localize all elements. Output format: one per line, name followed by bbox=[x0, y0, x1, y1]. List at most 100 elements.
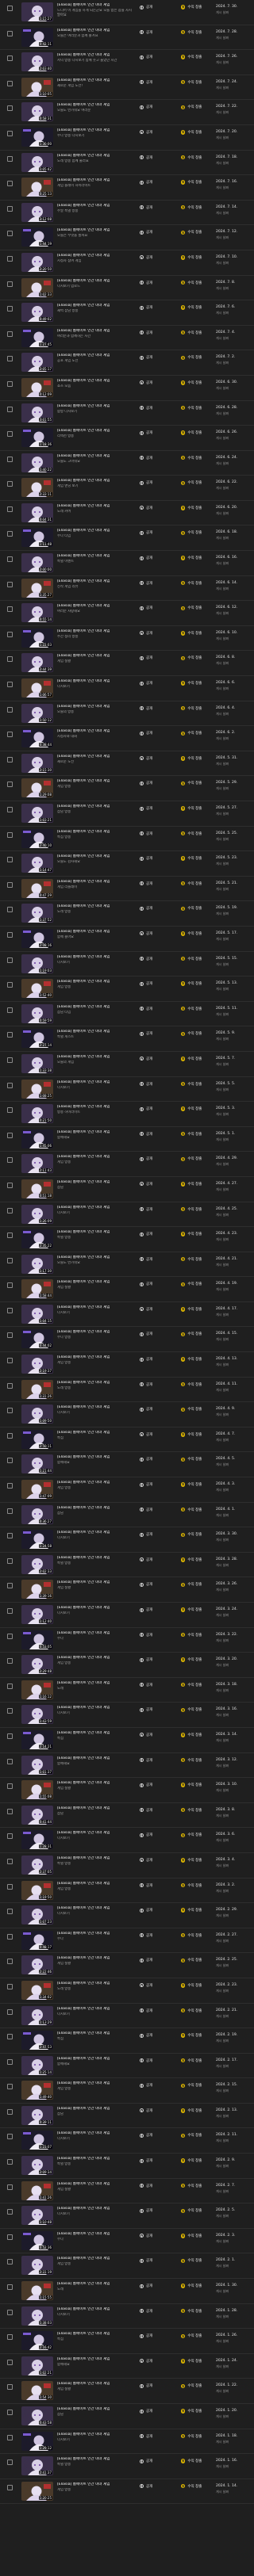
monetization-cell[interactable]: $ 수익 창출 bbox=[181, 1057, 213, 1061]
video-thumbnail[interactable]: 1:08:25 bbox=[21, 1079, 53, 1099]
video-title[interactable]: [Eloisia] 룸메이트 인간 미녀 게임 bbox=[57, 1130, 135, 1135]
monetization-cell[interactable]: $ 수익 창출 bbox=[181, 1256, 213, 1262]
video-title[interactable]: [Eloisia] 룸메이트 인간 미녀 게임 bbox=[57, 429, 135, 434]
monetization-cell[interactable]: $ 수익 창출 bbox=[181, 1858, 213, 1863]
video-row[interactable]: 1:14:47 [Eloisia] 룸메이트 인간 미녀 게임 오늘도 감사해요… bbox=[0, 851, 254, 877]
monetization-cell[interactable]: $ 수익 창출 bbox=[181, 580, 213, 586]
checkbox-icon[interactable] bbox=[7, 1432, 13, 1439]
video-title[interactable]: [Eloisia] 룸메이트 인간 미녀 게임 bbox=[57, 1731, 135, 1736]
checkbox-icon[interactable] bbox=[7, 2134, 13, 2140]
video-thumbnail[interactable]: 0:04:31 bbox=[21, 503, 53, 522]
video-row[interactable]: 1:23:07 [Eloisia] 룸메이트 인간 미녀 게임 다시보기 공개 … bbox=[0, 2128, 254, 2154]
video-thumbnail[interactable]: 0:25:13 bbox=[21, 178, 53, 197]
visibility-cell[interactable]: 공개 bbox=[140, 1657, 179, 1662]
video-row[interactable]: 0:38:44 [Eloisia] 룸메이트 인간 미녀 게임 시청자와 대화 … bbox=[0, 726, 254, 751]
visibility-cell[interactable]: 공개 bbox=[140, 230, 179, 235]
checkbox-icon[interactable] bbox=[7, 1808, 13, 1814]
video-title[interactable]: [Eloisia] 룸메이트 인간 미녀 게임 bbox=[57, 604, 135, 609]
video-thumbnail[interactable]: 0:41:44 bbox=[21, 1805, 53, 1825]
video-title[interactable]: [Eloisia] 룸메이트 인간 미녀 게임 bbox=[57, 629, 135, 634]
monetization-cell[interactable]: $ 수익 창출 bbox=[181, 2008, 213, 2013]
monetization-cell[interactable]: $ 수익 창출 bbox=[181, 1132, 213, 1137]
visibility-cell[interactable]: 공개 bbox=[140, 1282, 179, 1286]
monetization-cell[interactable]: $ 수익 창출 bbox=[181, 1657, 213, 1662]
monetization-cell[interactable]: $ 수익 창출 bbox=[181, 1783, 213, 1787]
video-row[interactable]: 1:41:26 [Eloisia] 룸메이트 인간 미녀 게임 게임 실황 공개… bbox=[0, 2179, 254, 2204]
video-row[interactable]: 1:22:03 [Eloisia] 룸메이트 인간 미녀 게임 주간 정리 방송… bbox=[0, 626, 254, 652]
video-thumbnail[interactable]: 2:15:30 bbox=[21, 753, 53, 773]
video-thumbnail[interactable]: 0:51:18 bbox=[21, 1179, 53, 1198]
checkbox-icon[interactable] bbox=[7, 2084, 13, 2090]
monetization-cell[interactable]: $ 수익 창출 bbox=[181, 681, 213, 686]
video-title[interactable]: [Eloisia] 룸메이트 인간 미녀 게임 bbox=[57, 2182, 135, 2187]
video-row[interactable]: 1:15:55 [Eloisia] 룸메이트 인간 미녀 게임 노래 공개 $ … bbox=[0, 2279, 254, 2304]
monetization-cell[interactable]: $ 수익 창출 bbox=[181, 305, 213, 310]
video-title[interactable]: [Eloisia] 룸메이트 인간 미녀 게임 bbox=[57, 1030, 135, 1034]
video-title[interactable]: [Eloisia] 룸메이트 인간 미녀 게임 bbox=[57, 2482, 135, 2487]
visibility-cell[interactable]: 공개 bbox=[140, 305, 179, 310]
checkbox-icon[interactable] bbox=[7, 2259, 13, 2265]
monetization-cell[interactable]: $ 수익 창출 bbox=[181, 1332, 213, 1336]
video-row[interactable]: 0:49:02 [Eloisia] 룸메이트 인간 미녀 게임 새벽 잡담 방송… bbox=[0, 300, 254, 326]
video-title[interactable]: [Eloisia] 룸메이트 인간 미녀 게임 bbox=[57, 955, 135, 960]
video-row[interactable]: 2:29:48 [Eloisia] 룸메이트 인간 미녀 게임 게임 방송 공개… bbox=[0, 1653, 254, 1678]
visibility-cell[interactable]: 공개 bbox=[140, 1156, 179, 1161]
video-row[interactable]: 2:35:22 [Eloisia] 룸메이트 인간 미녀 게임 특별 방송 공개… bbox=[0, 1227, 254, 1252]
video-thumbnail[interactable]: 1:07:23 bbox=[21, 1905, 53, 1925]
monetization-cell[interactable]: $ 수익 창출 bbox=[181, 1908, 213, 1913]
video-title[interactable]: [Eloisia] 룸메이트 인간 미녀 게임 bbox=[57, 2332, 135, 2337]
video-thumbnail[interactable]: 0:43:58 bbox=[21, 2406, 53, 2425]
video-row[interactable]: 1:18:36 [Eloisia] 룸메이트 인간 미녀 게임 리액션 방송 공… bbox=[0, 426, 254, 451]
visibility-cell[interactable]: 공개 bbox=[140, 430, 179, 435]
video-thumbnail[interactable]: 0:36:27 bbox=[21, 1504, 53, 1524]
video-thumbnail[interactable]: 1:01:37 bbox=[21, 1755, 53, 1775]
video-thumbnail[interactable]: 1:13:29 bbox=[21, 2005, 53, 2025]
video-title[interactable]: [Eloisia] 룸메이트 인간 미녀 게임 bbox=[57, 2107, 135, 2112]
video-thumbnail[interactable]: 2:00:00 bbox=[21, 553, 53, 573]
monetization-cell[interactable]: $ 수익 창출 bbox=[181, 1733, 213, 1737]
video-row[interactable]: 1:30:00 [Eloisia] 룸메이트 인간 미녀 게임 수다 방송 다시… bbox=[0, 125, 254, 151]
checkbox-icon[interactable] bbox=[7, 281, 13, 287]
checkbox-icon[interactable] bbox=[7, 581, 13, 587]
visibility-cell[interactable]: 공개 bbox=[140, 2208, 179, 2213]
video-row[interactable]: 0:12:09 [Eloisia] 룸메이트 인간 미녀 게임 쇼츠 모음 공개… bbox=[0, 376, 254, 401]
video-row[interactable]: 0:55:14 [Eloisia] 룸메이트 인간 미녀 게임 여러분 사랑해요… bbox=[0, 601, 254, 626]
visibility-cell[interactable]: 공개 bbox=[140, 105, 179, 109]
monetization-cell[interactable]: $ 수익 창출 bbox=[181, 1557, 213, 1562]
monetization-cell[interactable]: $ 수익 창출 bbox=[181, 430, 213, 435]
video-thumbnail[interactable]: 1:02:21 bbox=[21, 2356, 53, 2375]
video-thumbnail[interactable]: 1:27:45 bbox=[21, 327, 53, 347]
checkbox-icon[interactable] bbox=[7, 2184, 13, 2190]
video-row[interactable]: 1:25:14 [Eloisia] 룸메이트 인간 미녀 게임 함께해요 공개 … bbox=[0, 2054, 254, 2079]
video-title[interactable]: [Eloisia] 룸메이트 인간 미녀 게임 bbox=[57, 705, 135, 709]
video-title[interactable]: [Eloisia] 룸메이트 인간 미녀 게임 bbox=[57, 103, 135, 108]
video-title[interactable]: [Eloisia] 룸메이트 인간 미녀 게임 bbox=[57, 1405, 135, 1410]
visibility-cell[interactable]: 공개 bbox=[140, 1132, 179, 1137]
visibility-cell[interactable]: 공개 bbox=[140, 1508, 179, 1512]
video-thumbnail[interactable]: 1:43:59 bbox=[21, 1705, 53, 1725]
visibility-cell[interactable]: 공개 bbox=[140, 406, 179, 411]
visibility-cell[interactable]: 공개 bbox=[140, 931, 179, 936]
video-row[interactable]: 1:43:59 [Eloisia] 룸메이트 인간 미녀 게임 다시보기 공개 … bbox=[0, 1703, 254, 1728]
checkbox-icon[interactable] bbox=[7, 506, 13, 512]
visibility-cell[interactable]: 공개 bbox=[140, 506, 179, 510]
video-thumbnail[interactable]: 1:41:26 bbox=[21, 2180, 53, 2200]
visibility-cell[interactable]: 공개 bbox=[140, 1933, 179, 1938]
visibility-cell[interactable]: 공개 bbox=[140, 281, 179, 285]
video-thumbnail[interactable]: 0:21:50 bbox=[21, 1104, 53, 1124]
video-thumbnail[interactable]: 0:47:29 bbox=[21, 878, 53, 898]
video-row[interactable]: 2:40:10 [Eloisia] 룸메이트 인간 미녀 게임 특집 방송 공개… bbox=[0, 827, 254, 852]
video-thumbnail[interactable]: 1:19:50 bbox=[21, 1880, 53, 1900]
video-row[interactable]: 1:54:30 [Eloisia] 룸메이트 인간 미녀 게임 게임 실황 공개… bbox=[0, 2379, 254, 2404]
video-thumbnail[interactable]: 1:44:19 bbox=[21, 227, 53, 247]
video-thumbnail[interactable]: 0:42:11 bbox=[21, 27, 53, 47]
video-title[interactable]: [Eloisia] 룸메이트 인간 미녀 게임 bbox=[57, 1155, 135, 1160]
video-row[interactable]: 1:19:50 [Eloisia] 룸메이트 인간 미녀 게임 게임 방송 공개… bbox=[0, 1878, 254, 1904]
visibility-cell[interactable]: 공개 bbox=[140, 831, 179, 836]
visibility-cell[interactable]: 공개 bbox=[140, 1633, 179, 1638]
video-title[interactable]: [Eloisia] 룸메이트 인간 미녀 게임 bbox=[57, 1982, 135, 1986]
visibility-cell[interactable]: 공개 bbox=[140, 155, 179, 160]
video-title[interactable]: [Eloisia] 룸메이트 인간 미녀 게임 bbox=[57, 930, 135, 934]
checkbox-icon[interactable] bbox=[7, 1733, 13, 1739]
visibility-cell[interactable]: 공개 bbox=[140, 1207, 179, 1212]
